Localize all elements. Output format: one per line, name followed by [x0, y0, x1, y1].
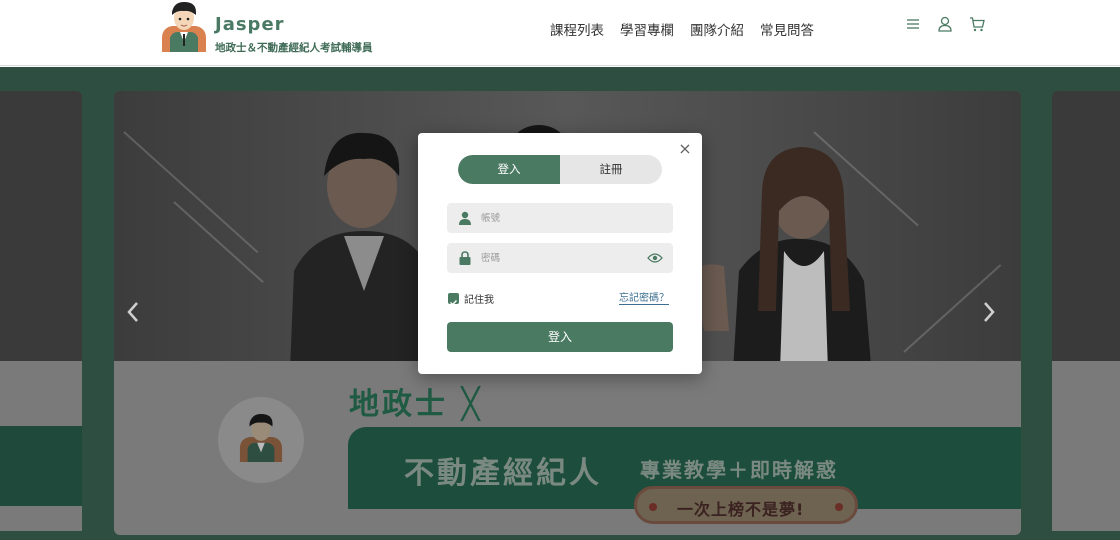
- tab-register[interactable]: 註冊: [560, 155, 662, 184]
- auth-tabs: 登入 註冊: [458, 155, 662, 184]
- nav-item-courses[interactable]: 課程列表: [550, 19, 604, 39]
- user-icon: [459, 211, 471, 225]
- prev-slide-peek: [0, 91, 82, 531]
- user-icon[interactable]: [937, 15, 953, 33]
- site-header: Jasper 地政士＆不動產經紀人考試輔導員 課程列表 學習專欄 團隊介紹 常見…: [0, 0, 1120, 66]
- tab-login[interactable]: 登入: [458, 155, 560, 184]
- hero-avatar-icon: [239, 414, 283, 462]
- header-icons: [905, 15, 985, 33]
- login-modal: × 登入 註冊 記住我 忘記密碼？ 登入: [418, 133, 702, 374]
- password-field: [447, 243, 673, 273]
- hero-tagline: 專業教學＋即時解惑: [640, 458, 838, 482]
- lock-icon: [459, 251, 471, 265]
- nav-item-team[interactable]: 團隊介紹: [690, 19, 744, 39]
- account-field: [447, 203, 673, 233]
- hero-pill-badge: 一次上榜不是夢!: [634, 486, 858, 524]
- main-nav: 課程列表 學習專欄 團隊介紹 常見問答: [550, 19, 814, 39]
- close-icon[interactable]: ×: [677, 141, 693, 157]
- logo-avatar-icon[interactable]: [160, 2, 208, 52]
- cart-icon[interactable]: [969, 15, 985, 33]
- menu-icon[interactable]: [905, 15, 921, 33]
- remember-me[interactable]: 記住我: [448, 291, 494, 306]
- hero-avatar: [218, 397, 304, 483]
- login-button[interactable]: 登入: [447, 322, 673, 352]
- hero-headline-1: 地政士 ╳: [349, 387, 483, 422]
- brand-title[interactable]: Jasper: [215, 14, 285, 35]
- check-icon: [450, 300, 458, 306]
- remember-label: 記住我: [464, 295, 494, 306]
- brand-subtitle: 地政士＆不動產經紀人考試輔導員: [215, 42, 373, 54]
- hero-pill-text: 一次上榜不是夢!: [677, 500, 805, 519]
- nav-item-articles[interactable]: 學習專欄: [620, 19, 674, 39]
- nav-item-faq[interactable]: 常見問答: [760, 19, 814, 39]
- remember-checkbox[interactable]: [448, 293, 459, 306]
- eye-icon[interactable]: [647, 252, 663, 264]
- account-input[interactable]: [481, 203, 641, 233]
- chevron-right-icon[interactable]: [978, 297, 1000, 327]
- password-input[interactable]: [481, 243, 641, 273]
- next-slide-peek: [1052, 91, 1120, 531]
- chevron-left-icon[interactable]: [122, 297, 144, 327]
- forgot-password-link[interactable]: 忘記密碼？: [619, 289, 669, 305]
- hero-headline-2: 不動產經紀人: [404, 456, 602, 491]
